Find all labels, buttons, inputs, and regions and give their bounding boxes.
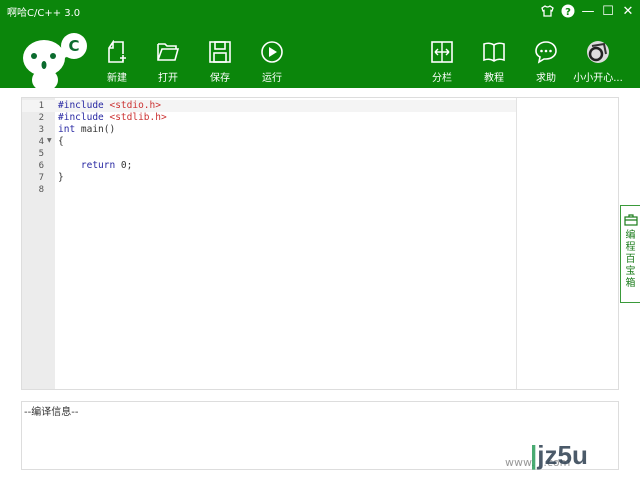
chat-bubble-icon — [535, 41, 557, 64]
code-token: main() — [75, 124, 116, 135]
compile-output-label: --编译信息-- — [24, 407, 79, 418]
code-line: } — [58, 172, 64, 184]
close-button[interactable]: ✕ — [620, 3, 636, 19]
help-forum-label: 求助 — [536, 73, 556, 84]
toolbox-side-tab[interactable]: 编程百宝箱 — [620, 205, 640, 303]
code-token: #include — [58, 100, 104, 111]
line-number: 5 — [38, 149, 44, 159]
toolbox-icon — [623, 214, 638, 226]
code-line: { — [58, 136, 64, 148]
user-avatar — [587, 41, 609, 63]
line-number: 1 — [38, 101, 44, 111]
code-line: return 0; — [58, 160, 133, 172]
header-bar: 啊哈C/C++ 3.0 ? — ☐ ✕ C 新建 打开 保存 运行 分栏 教程 … — [0, 0, 640, 88]
aha-logo-icon: C — [23, 33, 87, 88]
code-token: <stdio.h> — [103, 100, 161, 111]
maximize-button[interactable]: ☐ — [600, 3, 616, 19]
svg-text:?: ? — [565, 7, 571, 18]
new-file-icon — [108, 40, 126, 63]
skin-icon[interactable] — [539, 3, 555, 19]
code-token: #include — [58, 112, 104, 123]
help-forum-button[interactable]: 求助 — [524, 40, 568, 84]
save-button[interactable]: 保存 — [198, 40, 242, 84]
user-button[interactable]: 小小开心... — [570, 40, 626, 84]
line-number: 7 — [38, 173, 44, 183]
print-margin-line — [516, 98, 517, 389]
code-line: #include <stdlib.h> — [58, 112, 167, 124]
fold-arrow-icon[interactable]: ▼ — [47, 137, 52, 144]
code-token: 0; — [115, 160, 133, 171]
minimize-button[interactable]: — — [580, 3, 596, 19]
watermark-logo: |jz5u — [530, 440, 588, 470]
open-button[interactable]: 打开 — [146, 40, 190, 84]
split-button[interactable]: 分栏 — [420, 40, 464, 84]
folder-open-icon — [157, 43, 180, 61]
code-token: return — [58, 160, 116, 171]
code-token: int — [58, 124, 76, 135]
save-icon — [209, 41, 231, 63]
open-label: 打开 — [158, 73, 178, 84]
code-token: { — [58, 136, 64, 147]
book-icon — [483, 42, 505, 62]
new-label: 新建 — [107, 73, 127, 84]
code-line: #include <stdio.h> — [58, 100, 161, 112]
line-number: 8 — [38, 185, 44, 195]
code-token: } — [58, 172, 64, 183]
split-label: 分栏 — [432, 73, 452, 84]
tutorial-button[interactable]: 教程 — [472, 40, 516, 84]
line-number: 2 — [38, 113, 44, 123]
svg-text:C: C — [68, 37, 79, 55]
split-icon — [431, 41, 453, 63]
code-line: int main() — [58, 124, 115, 136]
user-name: 小小开心... — [573, 73, 623, 84]
help-icon[interactable]: ? — [560, 3, 576, 19]
save-label: 保存 — [210, 73, 230, 84]
tutorial-label: 教程 — [484, 73, 504, 84]
toolbox-label: 编程百宝箱 — [625, 230, 636, 289]
new-button[interactable]: 新建 — [95, 40, 139, 84]
line-number: 3 — [38, 125, 44, 135]
run-button[interactable]: 运行 — [250, 40, 294, 84]
play-icon — [261, 41, 283, 63]
line-number: 6 — [38, 161, 44, 171]
code-editor[interactable]: 1 #include <stdio.h> 2 #include <stdlib.h> 3… — [21, 97, 619, 390]
code-token: <stdlib.h> — [103, 112, 167, 123]
app-title: 啊哈C/C++ 3.0 — [7, 8, 81, 19]
run-label: 运行 — [262, 73, 282, 84]
